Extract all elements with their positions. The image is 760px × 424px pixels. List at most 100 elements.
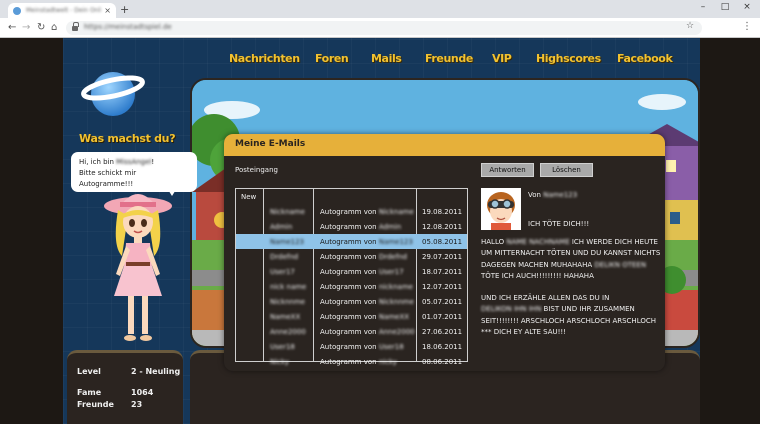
stats-panel: Level 2 - Neuling Fame 1064 Freunde 23 xyxy=(67,350,183,424)
mail-row[interactable]: User17 Autogramm von User17 18.07.2011 xyxy=(236,264,467,279)
mail-subject-cell: Autogramm von Name123 xyxy=(320,238,413,246)
delete-button[interactable]: Löschen xyxy=(540,163,593,177)
tab-strip: Meinstadtwelt - Dein Online-Game × + – □… xyxy=(0,0,760,18)
stat-freunde: Freunde 23 xyxy=(77,400,143,409)
tab-close-icon[interactable]: × xyxy=(104,6,111,15)
nav-mails[interactable]: Mails xyxy=(371,52,402,65)
lock-icon xyxy=(72,22,79,31)
mail-sender-censored: Admin xyxy=(270,223,293,231)
mail-row[interactable]: NameXX Autogramm von NameXX 01.07.2011 xyxy=(236,309,467,324)
mail-row[interactable]: Name123 Autogramm von Name123 05.08.2011 xyxy=(236,234,467,249)
mail-subject-cell: Autogramm von Nicknnme xyxy=(320,298,414,306)
mail-subject-cell: Autogramm von nickname xyxy=(320,283,413,291)
mail-sender-censored: NameXX xyxy=(270,313,301,321)
minimize-button[interactable]: – xyxy=(696,2,710,12)
address-bar[interactable]: https://meinstadtspiel.de xyxy=(66,21,702,35)
censored-name: DELIKN OTEEN xyxy=(594,260,647,269)
mail-subject-cell: Autogramm von Anne2000 xyxy=(320,328,415,336)
mail-subject-cell: Autogramm von Nickname xyxy=(320,208,414,216)
new-column-header: New xyxy=(241,193,257,201)
forward-arrow-icon[interactable]: → xyxy=(22,22,30,34)
maximize-button[interactable]: □ xyxy=(718,2,732,12)
mail-subject-cell: Autogramm von User17 xyxy=(320,268,415,276)
mail-row[interactable]: Nicky Autogramm von nicky 08.06.2011 xyxy=(236,354,467,369)
mail-sender-censored: User18 xyxy=(270,343,295,351)
from-line: Von Name123 xyxy=(528,191,578,199)
left-margin xyxy=(0,38,63,424)
bookmark-star-icon[interactable]: ☆ xyxy=(686,21,694,31)
mail-row[interactable]: nick name Autogramm von nickname 12.07.201… xyxy=(236,279,467,294)
page: Nachrichten Foren Mails Freunde VIP High… xyxy=(0,38,760,424)
folder-label: Posteingang xyxy=(235,166,278,174)
nav-facebook[interactable]: Facebook xyxy=(617,52,673,65)
mail-paragraph-1: HALLO NAME NACHNAME ICH WERDE DICH HEUTE… xyxy=(481,238,661,280)
mail-date: 12.08.2011 xyxy=(422,223,463,231)
nav-foren[interactable]: Foren xyxy=(315,52,349,65)
mail-sender-censored: Name123 xyxy=(270,238,305,246)
mail-title: Meine E-Mails xyxy=(235,139,306,149)
mail-row[interactable]: User18 Autogramm von User18 18.06.2011 xyxy=(236,339,467,354)
mail-date: 29.07.2011 xyxy=(422,253,463,261)
mail-date: 19.08.2011 xyxy=(422,208,463,216)
new-tab-button[interactable]: + xyxy=(120,3,129,16)
planet-logo-icon[interactable] xyxy=(81,60,145,124)
subject-name-censored: Drdefnd xyxy=(378,253,408,261)
subject-name-censored: User18 xyxy=(378,343,404,351)
reply-button[interactable]: Antworten xyxy=(481,163,534,177)
mail-row[interactable]: Nickname Autogramm von Nickname 19.08.2011 xyxy=(236,204,467,219)
browser-menu-icon[interactable]: ⋮ xyxy=(742,21,752,32)
sender-name-censored: Name123 xyxy=(543,191,578,199)
nav-highscores[interactable]: Highscores xyxy=(536,52,601,65)
close-window-button[interactable]: × xyxy=(740,2,754,12)
mail-window: Meine E-Mails Posteingang Antworten Lösc… xyxy=(224,134,665,371)
mail-paragraph-2: UND ICH ERZÄHLE ALLEN DAS DU IN DELIKON … xyxy=(481,294,657,337)
subject-name-censored: Name123 xyxy=(378,238,413,246)
mail-sender-censored: Nicknnme xyxy=(270,298,306,306)
mail-sender-censored: Anne2000 xyxy=(270,328,306,336)
mail-subject-cell: Autogramm von Admin xyxy=(320,223,415,231)
mail-date: 08.06.2011 xyxy=(422,358,463,366)
browser-toolbar: ← → ↻ ⌂ https://meinstadtspiel.de ☆ ⋮ xyxy=(0,18,760,38)
stat-level: Level 2 - Neuling xyxy=(77,367,181,376)
reload-icon[interactable]: ↻ xyxy=(37,22,45,34)
username-censored: MissAngel xyxy=(116,158,152,166)
subject-name-censored: NameXX xyxy=(378,313,410,321)
nav-freunde[interactable]: Freunde xyxy=(425,52,473,65)
status-line-1: Hi, ich bin MissAngel! xyxy=(79,158,155,166)
mail-row[interactable]: Anne2000 Autogramm von Anne2000 27.06.2011 xyxy=(236,324,467,339)
mail-sender-censored: nick name xyxy=(270,283,307,291)
browser-chrome: Meinstadtwelt - Dein Online-Game × + – □… xyxy=(0,0,760,38)
subject-name-censored: Nickname xyxy=(378,208,414,216)
mail-subject-cell: Autogramm von nicky xyxy=(320,358,415,366)
mail-sender-censored: User17 xyxy=(270,268,295,276)
subject-name-censored: nickname xyxy=(378,283,413,291)
censored-name: NAME NACHNAME xyxy=(506,238,570,246)
mail-sender-censored: Nickname xyxy=(270,208,305,216)
mail-date: 05.08.2011 xyxy=(422,238,463,246)
mail-reader: Von Name123 ICH TÖTE DICH!!! HALLO NAME … xyxy=(481,188,660,366)
subject-name-censored: Anne2000 xyxy=(378,328,415,336)
back-arrow-icon[interactable]: ← xyxy=(8,22,16,34)
mail-row[interactable]: Nicknnme Autogramm von Nicknnme 05.07.2011 xyxy=(236,294,467,309)
status-question: Was machst du? xyxy=(79,132,176,145)
mail-row[interactable]: Drdefnd Autogramm von Drdefnd 29.07.2011 xyxy=(236,249,467,264)
avatar[interactable] xyxy=(98,186,176,346)
mail-date: 05.07.2011 xyxy=(422,298,463,306)
mail-subject: ICH TÖTE DICH!!! xyxy=(528,220,590,228)
mail-sender-censored: Drdefnd xyxy=(270,253,299,261)
tab-title: Meinstadtwelt - Dein Online-Game xyxy=(26,7,101,14)
subject-name-censored: User17 xyxy=(378,268,404,276)
mail-subject-cell: Autogramm von User18 xyxy=(320,343,415,351)
mail-row[interactable]: Admin Autogramm von Admin 12.08.2011 xyxy=(236,219,467,234)
mail-body: HALLO NAME NACHNAME ICH WERDE DICH HEUTE… xyxy=(481,237,663,349)
main-nav: Nachrichten Foren Mails Freunde VIP High… xyxy=(229,52,673,68)
mail-subject-cell: Autogramm von Drdefnd xyxy=(320,253,415,261)
nav-vip[interactable]: VIP xyxy=(492,52,512,65)
mail-date: 27.06.2011 xyxy=(422,328,463,336)
nav-nachrichten[interactable]: Nachrichten xyxy=(229,52,300,65)
browser-tab[interactable]: Meinstadtwelt - Dein Online-Game × xyxy=(8,3,116,18)
sender-avatar[interactable] xyxy=(481,188,521,230)
mail-header-row: New xyxy=(236,189,467,204)
home-icon[interactable]: ⌂ xyxy=(51,22,57,34)
mail-date: 18.07.2011 xyxy=(422,268,463,276)
